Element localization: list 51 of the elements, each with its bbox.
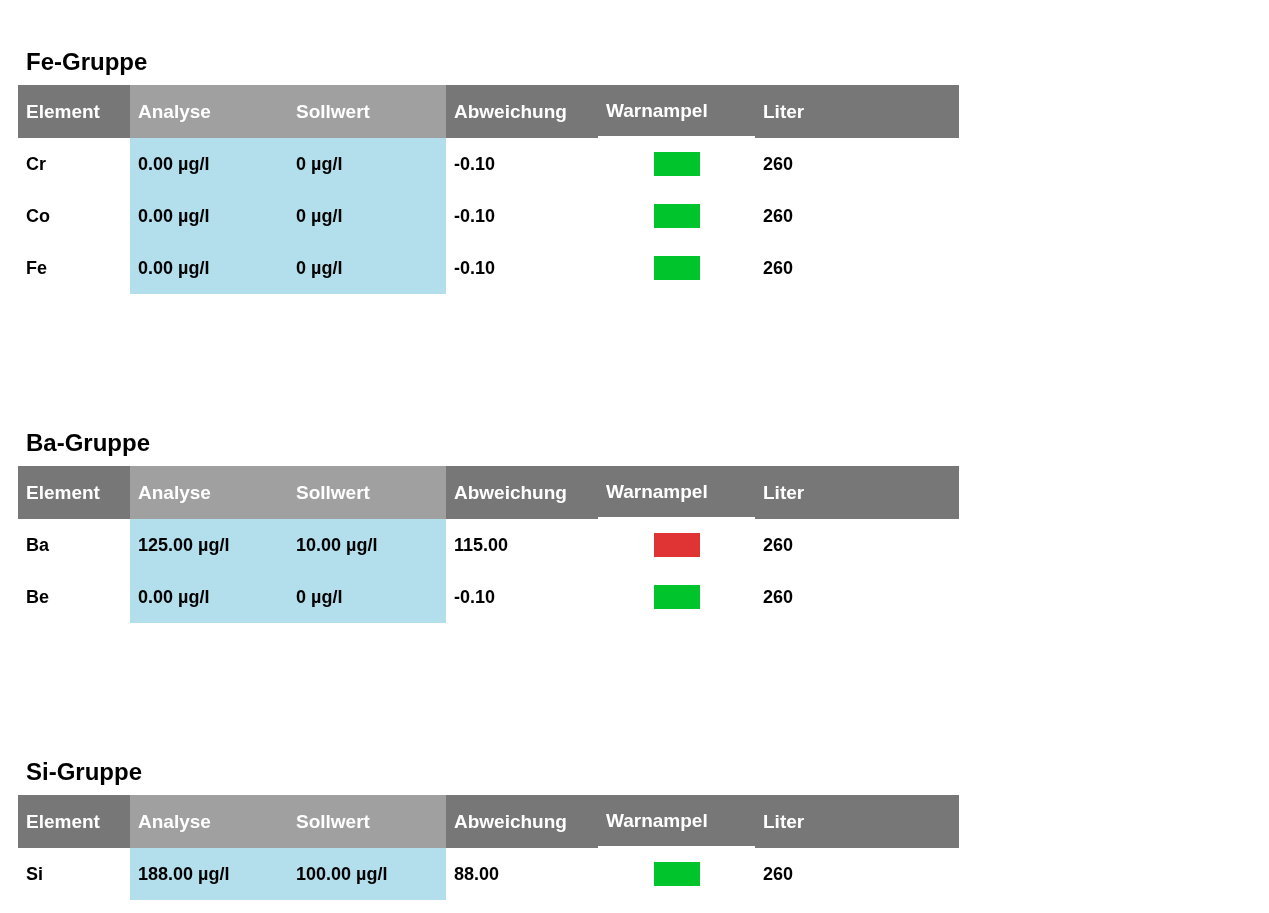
table-cell: 260 bbox=[763, 863, 794, 885]
table-cell: 125.00 µg/l bbox=[130, 519, 288, 571]
column-header: Sollwert bbox=[288, 795, 446, 848]
group-title: Si-Gruppe bbox=[26, 757, 143, 787]
column-header: Liter bbox=[755, 85, 959, 138]
table-cell: 88.00 bbox=[454, 863, 500, 885]
column-header: Abweichung bbox=[446, 795, 598, 848]
table-cell: 260 bbox=[763, 153, 794, 175]
table-cell: 0 µg/l bbox=[288, 242, 446, 294]
table-cell: 0.00 µg/l bbox=[130, 190, 288, 242]
column-header: Warnampel bbox=[598, 85, 755, 138]
group-title: Ba-Gruppe bbox=[26, 428, 151, 458]
column-header: Analyse bbox=[130, 85, 288, 138]
table-cell: 0 µg/l bbox=[288, 571, 446, 623]
table-cell: Ba bbox=[26, 534, 49, 556]
column-header: Sollwert bbox=[288, 466, 446, 519]
column-header: Abweichung bbox=[446, 466, 598, 519]
table-cell: 10.00 µg/l bbox=[288, 519, 446, 571]
group-title: Fe-Gruppe bbox=[26, 47, 149, 77]
table-cell: -0.10 bbox=[454, 586, 496, 608]
table-cell: 0.00 µg/l bbox=[130, 138, 288, 190]
column-header: Element bbox=[18, 466, 130, 519]
table-cell: 260 bbox=[763, 534, 794, 556]
table-cell: 0 µg/l bbox=[288, 138, 446, 190]
table-cell: Fe bbox=[26, 257, 47, 279]
table-cell: 260 bbox=[763, 205, 794, 227]
column-header: Analyse bbox=[130, 795, 288, 848]
column-header: Abweichung bbox=[446, 85, 598, 138]
table-cell: 0.00 µg/l bbox=[130, 571, 288, 623]
table-cell: Cr bbox=[26, 153, 46, 175]
table-cell: -0.10 bbox=[454, 257, 496, 279]
table-cell: Be bbox=[26, 586, 49, 608]
column-header: Element bbox=[18, 85, 130, 138]
table-cell: Si bbox=[26, 863, 43, 885]
table-cell: 100.00 µg/l bbox=[288, 848, 446, 900]
table-cell: 260 bbox=[763, 586, 794, 608]
column-header: Sollwert bbox=[288, 85, 446, 138]
table-cell: 260 bbox=[763, 257, 794, 279]
table-cell: 0 µg/l bbox=[288, 190, 446, 242]
column-header: Element bbox=[18, 795, 130, 848]
column-header: Warnampel bbox=[598, 466, 755, 519]
table-cell: -0.10 bbox=[454, 205, 496, 227]
column-header: Analyse bbox=[130, 466, 288, 519]
table-cell: 188.00 µg/l bbox=[130, 848, 288, 900]
column-header: Liter bbox=[755, 466, 959, 519]
table-cell: -0.10 bbox=[454, 153, 496, 175]
table-cell: 115.00 bbox=[454, 534, 509, 556]
column-header: Liter bbox=[755, 795, 959, 848]
table-cell: Co bbox=[26, 205, 50, 227]
column-header: Warnampel bbox=[598, 795, 755, 848]
table-cell: 0.00 µg/l bbox=[130, 242, 288, 294]
